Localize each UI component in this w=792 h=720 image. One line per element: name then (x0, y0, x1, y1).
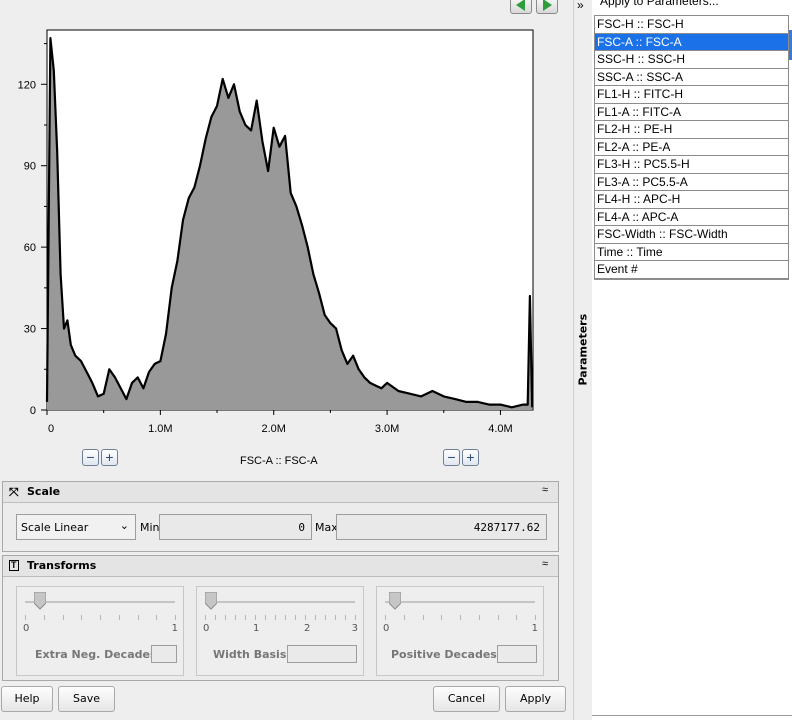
x-zoom-left: − + (82, 449, 120, 469)
extra-neg-decades-label: Extra Neg. Decades (35, 648, 157, 661)
min-label: Min (140, 521, 160, 534)
width-basis-tick-2: 2 (304, 623, 311, 634)
max-value-field[interactable]: 4287177.62 (336, 514, 547, 540)
collapse-icon[interactable]: ≈ (542, 558, 548, 570)
expand-panel-icon[interactable]: » (577, 0, 584, 12)
transforms-icon: T (9, 560, 19, 571)
parameter-item[interactable]: FL3-H :: PC5.5-H (595, 156, 788, 174)
parameters-list[interactable]: FSC-H :: FSC-H FSC-A :: FSC-A SSC-H :: SSC… (594, 15, 789, 280)
y-tick-label: 90 (24, 161, 36, 173)
parameter-item[interactable]: FL2-H :: PE-H (595, 121, 788, 139)
parameters-side-tab[interactable]: » Parameters (573, 0, 591, 720)
help-button[interactable]: Help (1, 686, 53, 712)
slider-track (25, 601, 175, 603)
slider-max-label: 1 (531, 623, 538, 634)
parameter-item[interactable]: FL1-A :: FITC-A (595, 104, 788, 121)
scale-type-value: Scale Linear (21, 521, 89, 534)
x-zoom-right: − + (443, 449, 481, 469)
scale-panel-header[interactable]: ⤧ Scale ≈ (3, 482, 558, 503)
zoom-out-button[interactable]: − (443, 449, 460, 466)
width-basis-field[interactable] (287, 645, 357, 663)
parameter-item[interactable]: FL3-A :: PC5.5-A (595, 174, 788, 191)
x-tick-label: 4.0M (488, 423, 512, 435)
parameter-item[interactable]: FSC-H :: FSC-H (595, 16, 788, 34)
slider-track (205, 601, 355, 603)
x-tick-label: 3.0M (375, 423, 399, 435)
positive-decades-group: 0 1 Positive Decades (376, 586, 544, 676)
transforms-panel: T Transforms ≈ 0 1 Extra Neg. Decades 0 … (2, 555, 559, 681)
extra-neg-decades-field[interactable] (151, 645, 177, 663)
x-parameter-label: FSC-A :: FSC-A (240, 455, 318, 467)
slider-ticks (385, 615, 536, 621)
slider-min-label: 0 (383, 623, 390, 634)
scale-panel: ⤧ Scale ≈ Scale Linear ⌄ Min 0 Max 42871… (2, 481, 559, 552)
transforms-panel-title: Transforms (27, 559, 97, 572)
zoom-in-button[interactable]: + (101, 449, 118, 466)
chevron-down-icon: ⌄ (119, 519, 129, 532)
parameter-item[interactable]: FL2-A :: PE-A (595, 139, 788, 156)
slider-max-label: 1 (171, 623, 178, 634)
list-divider (592, 715, 792, 716)
parameters-tab-label: Parameters (576, 313, 590, 386)
max-label: Max (315, 521, 338, 534)
histogram-plot[interactable]: 0 1.0M 2.0M 3.0M 4.0M 0 30 60 90 120 (0, 0, 570, 440)
parameter-item[interactable]: FSC-Width :: FSC-Width (595, 226, 788, 244)
slider-min-label: 0 (23, 623, 30, 634)
slider-ticks (205, 615, 356, 621)
parameter-item[interactable]: FL1-H :: FITC-H (595, 86, 788, 104)
slider-track (385, 601, 535, 603)
scale-icon: ⤧ (9, 485, 19, 499)
apply-button[interactable]: Apply (505, 686, 566, 712)
extra-neg-decades-group: 0 1 Extra Neg. Decades (16, 586, 184, 676)
width-basis-tick-1: 1 (253, 623, 260, 634)
positive-decades-slider-thumb[interactable] (389, 592, 401, 610)
parameter-item[interactable]: Event # (595, 261, 788, 279)
parameter-item[interactable]: SSC-H :: SSC-H (595, 51, 788, 69)
slider-ticks (25, 615, 176, 621)
y-tick-label: 120 (18, 79, 36, 91)
parameter-item[interactable]: FSC-A :: FSC-A (595, 33, 788, 51)
extra-neg-decades-slider-thumb[interactable] (34, 592, 46, 610)
parameter-item[interactable]: FL4-A :: APC-A (595, 209, 788, 226)
width-basis-group: 0 1 2 3 Width Basis (196, 586, 364, 676)
parameter-item[interactable]: FL4-H :: APC-H (595, 191, 788, 209)
scale-panel-title: Scale (27, 485, 61, 498)
width-basis-label: Width Basis (213, 648, 287, 661)
y-tick-label: 60 (24, 242, 36, 254)
transforms-panel-header[interactable]: T Transforms ≈ (3, 556, 558, 577)
save-button[interactable]: Save (58, 686, 115, 712)
x-tick-label: 2.0M (261, 423, 285, 435)
y-tick-label: 30 (24, 324, 36, 336)
scale-type-select[interactable]: Scale Linear ⌄ (16, 514, 136, 540)
parameter-item[interactable]: SSC-A :: SSC-A (595, 69, 788, 86)
min-value-field[interactable]: 0 (159, 514, 312, 540)
cancel-button[interactable]: Cancel (433, 686, 500, 712)
zoom-in-button[interactable]: + (462, 449, 479, 466)
x-tick-label: 1.0M (148, 423, 172, 435)
positive-decades-label: Positive Decades (391, 648, 497, 661)
width-basis-tick-3: 3 (351, 623, 358, 634)
parameter-item[interactable]: Time :: Time (595, 244, 788, 261)
positive-decades-field[interactable] (497, 645, 537, 663)
width-basis-slider-thumb[interactable] (205, 592, 217, 610)
width-basis-tick-0: 0 (203, 623, 210, 634)
y-tick-label: 0 (30, 405, 36, 417)
x-tick-label: 0 (48, 423, 54, 435)
apply-to-parameters-link[interactable]: Apply to Parameters... (600, 0, 719, 8)
collapse-icon[interactable]: ≈ (542, 484, 548, 496)
zoom-out-button[interactable]: − (82, 449, 99, 466)
